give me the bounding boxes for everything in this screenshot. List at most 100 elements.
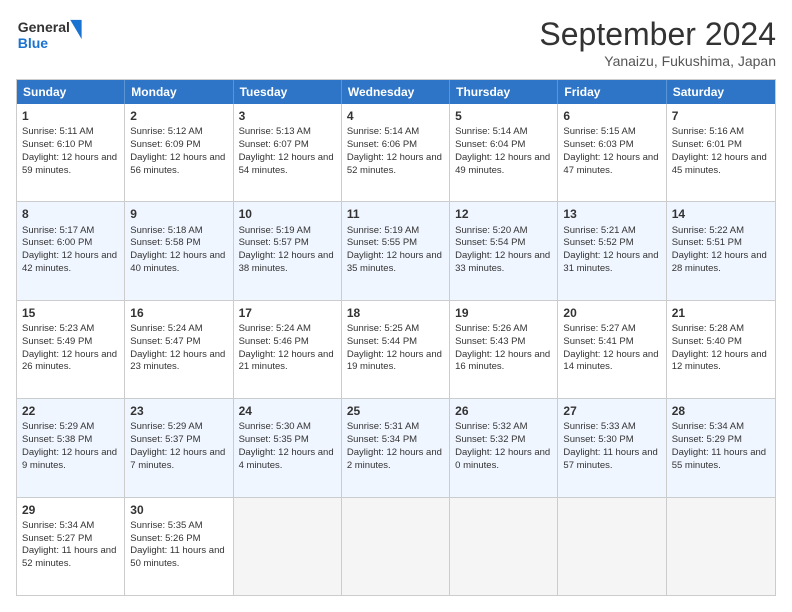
weekday-tuesday: Tuesday xyxy=(234,80,342,104)
day-number: 9 xyxy=(130,206,227,222)
sunrise-label: Sunrise: 5:24 AMSunset: 5:47 PMDaylight:… xyxy=(130,323,225,372)
day-number: 4 xyxy=(347,108,444,124)
logo-icon: GeneralBlue xyxy=(16,16,86,56)
calendar-row: 15 Sunrise: 5:23 AMSunset: 5:49 PMDayligh… xyxy=(17,300,775,398)
sunrise-label: Sunrise: 5:28 AMSunset: 5:40 PMDaylight:… xyxy=(672,323,767,372)
sunrise-label: Sunrise: 5:22 AMSunset: 5:51 PMDaylight:… xyxy=(672,225,767,274)
day-number: 11 xyxy=(347,206,444,222)
calendar-cell: 1 Sunrise: 5:11 AMSunset: 6:10 PMDaylight… xyxy=(17,104,125,201)
calendar-cell: 24 Sunrise: 5:30 AMSunset: 5:35 PMDayligh… xyxy=(234,399,342,496)
calendar-cell xyxy=(342,498,450,595)
day-number: 15 xyxy=(22,305,119,321)
sunrise-label: Sunrise: 5:17 AMSunset: 6:00 PMDaylight:… xyxy=(22,225,117,274)
sunrise-label: Sunrise: 5:21 AMSunset: 5:52 PMDaylight:… xyxy=(563,225,658,274)
calendar-cell: 13 Sunrise: 5:21 AMSunset: 5:52 PMDayligh… xyxy=(558,202,666,299)
calendar-cell: 7 Sunrise: 5:16 AMSunset: 6:01 PMDaylight… xyxy=(667,104,775,201)
day-number: 25 xyxy=(347,403,444,419)
svg-text:General: General xyxy=(18,19,70,35)
sunrise-label: Sunrise: 5:15 AMSunset: 6:03 PMDaylight:… xyxy=(563,126,658,175)
calendar-row: 1 Sunrise: 5:11 AMSunset: 6:10 PMDaylight… xyxy=(17,104,775,201)
sunrise-label: Sunrise: 5:14 AMSunset: 6:06 PMDaylight:… xyxy=(347,126,442,175)
calendar-cell: 23 Sunrise: 5:29 AMSunset: 5:37 PMDayligh… xyxy=(125,399,233,496)
day-number: 26 xyxy=(455,403,552,419)
calendar-cell: 27Sunrise: 5:33 AMSunset: 5:30 PMDayligh… xyxy=(558,399,666,496)
sunrise-label: Sunrise: 5:32 AMSunset: 5:32 PMDaylight:… xyxy=(455,421,550,470)
calendar-cell xyxy=(450,498,558,595)
day-number: 17 xyxy=(239,305,336,321)
title-area: September 2024 Yanaizu, Fukushima, Japan xyxy=(539,16,776,69)
day-number: 1 xyxy=(22,108,119,124)
calendar-header: Sunday Monday Tuesday Wednesday Thursday… xyxy=(17,80,775,104)
day-number: 8 xyxy=(22,206,119,222)
sunrise-label: Sunrise: 5:25 AMSunset: 5:44 PMDaylight:… xyxy=(347,323,442,372)
weekday-sunday: Sunday xyxy=(17,80,125,104)
logo: GeneralBlue xyxy=(16,16,86,56)
day-number: 12 xyxy=(455,206,552,222)
calendar-cell: 15 Sunrise: 5:23 AMSunset: 5:49 PMDayligh… xyxy=(17,301,125,398)
calendar-cell: 2Sunrise: 5:12 AMSunset: 6:09 PMDaylight… xyxy=(125,104,233,201)
sunrise-label: Sunrise: 5:13 AMSunset: 6:07 PMDaylight:… xyxy=(239,126,334,175)
month-title: September 2024 xyxy=(539,16,776,53)
svg-text:Blue: Blue xyxy=(18,35,49,51)
day-number: 19 xyxy=(455,305,552,321)
calendar-cell: 10Sunrise: 5:19 AMSunset: 5:57 PMDayligh… xyxy=(234,202,342,299)
sunrise-label: Sunrise: 5:18 AMSunset: 5:58 PMDaylight:… xyxy=(130,225,225,274)
sunrise-label: Sunrise: 5:29 AMSunset: 5:38 PMDaylight:… xyxy=(22,421,117,470)
calendar-row: 8 Sunrise: 5:17 AMSunset: 6:00 PMDaylight… xyxy=(17,201,775,299)
sunrise-label: Sunrise: 5:34 AMSunset: 5:29 PMDaylight:… xyxy=(672,421,766,470)
page: GeneralBlue September 2024 Yanaizu, Fuku… xyxy=(0,0,792,612)
calendar-cell: 11Sunrise: 5:19 AMSunset: 5:55 PMDayligh… xyxy=(342,202,450,299)
sunrise-label: Sunrise: 5:27 AMSunset: 5:41 PMDaylight:… xyxy=(563,323,658,372)
calendar-cell xyxy=(558,498,666,595)
day-number: 22 xyxy=(22,403,119,419)
calendar-cell: 9 Sunrise: 5:18 AMSunset: 5:58 PMDaylight… xyxy=(125,202,233,299)
day-number: 20 xyxy=(563,305,660,321)
calendar-cell: 18Sunrise: 5:25 AMSunset: 5:44 PMDayligh… xyxy=(342,301,450,398)
weekday-friday: Friday xyxy=(558,80,666,104)
calendar-cell: 8 Sunrise: 5:17 AMSunset: 6:00 PMDaylight… xyxy=(17,202,125,299)
sunrise-label: Sunrise: 5:16 AMSunset: 6:01 PMDaylight:… xyxy=(672,126,767,175)
sunrise-label: Sunrise: 5:24 AMSunset: 5:46 PMDaylight:… xyxy=(239,323,334,372)
calendar-cell: 21Sunrise: 5:28 AMSunset: 5:40 PMDayligh… xyxy=(667,301,775,398)
calendar-cell: 17 Sunrise: 5:24 AMSunset: 5:46 PMDayligh… xyxy=(234,301,342,398)
calendar-row: 29 Sunrise: 5:34 AMSunset: 5:27 PMDayligh… xyxy=(17,497,775,595)
day-number: 6 xyxy=(563,108,660,124)
calendar-cell: 26 Sunrise: 5:32 AMSunset: 5:32 PMDayligh… xyxy=(450,399,558,496)
sunrise-label: Sunrise: 5:29 AMSunset: 5:37 PMDaylight:… xyxy=(130,421,225,470)
calendar-cell: 22 Sunrise: 5:29 AMSunset: 5:38 PMDayligh… xyxy=(17,399,125,496)
calendar-cell xyxy=(667,498,775,595)
sunrise-label: Sunrise: 5:30 AMSunset: 5:35 PMDaylight:… xyxy=(239,421,334,470)
calendar-cell xyxy=(234,498,342,595)
calendar-cell: 25 Sunrise: 5:31 AMSunset: 5:34 PMDayligh… xyxy=(342,399,450,496)
calendar-cell: 5Sunrise: 5:14 AMSunset: 6:04 PMDaylight… xyxy=(450,104,558,201)
day-number: 24 xyxy=(239,403,336,419)
location: Yanaizu, Fukushima, Japan xyxy=(539,53,776,69)
day-number: 3 xyxy=(239,108,336,124)
calendar-cell: 4 Sunrise: 5:14 AMSunset: 6:06 PMDaylight… xyxy=(342,104,450,201)
day-number: 10 xyxy=(239,206,336,222)
sunrise-label: Sunrise: 5:31 AMSunset: 5:34 PMDaylight:… xyxy=(347,421,442,470)
weekday-wednesday: Wednesday xyxy=(342,80,450,104)
sunrise-label: Sunrise: 5:23 AMSunset: 5:49 PMDaylight:… xyxy=(22,323,117,372)
calendar-cell: 28 Sunrise: 5:34 AMSunset: 5:29 PMDayligh… xyxy=(667,399,775,496)
day-number: 23 xyxy=(130,403,227,419)
day-number: 29 xyxy=(22,502,119,518)
weekday-saturday: Saturday xyxy=(667,80,775,104)
sunrise-label: Sunrise: 5:33 AMSunset: 5:30 PMDaylight:… xyxy=(563,421,657,470)
calendar-cell: 3 Sunrise: 5:13 AMSunset: 6:07 PMDaylight… xyxy=(234,104,342,201)
day-number: 7 xyxy=(672,108,770,124)
calendar-cell: 29 Sunrise: 5:34 AMSunset: 5:27 PMDayligh… xyxy=(17,498,125,595)
day-number: 13 xyxy=(563,206,660,222)
day-number: 28 xyxy=(672,403,770,419)
sunrise-label: Sunrise: 5:12 AMSunset: 6:09 PMDaylight:… xyxy=(130,126,225,175)
sunrise-label: Sunrise: 5:34 AMSunset: 5:27 PMDaylight:… xyxy=(22,520,116,569)
sunrise-label: Sunrise: 5:14 AMSunset: 6:04 PMDaylight:… xyxy=(455,126,550,175)
day-number: 16 xyxy=(130,305,227,321)
calendar-cell: 30Sunrise: 5:35 AMSunset: 5:26 PMDayligh… xyxy=(125,498,233,595)
weekday-monday: Monday xyxy=(125,80,233,104)
calendar: Sunday Monday Tuesday Wednesday Thursday… xyxy=(16,79,776,596)
calendar-cell: 20 Sunrise: 5:27 AMSunset: 5:41 PMDayligh… xyxy=(558,301,666,398)
sunrise-label: Sunrise: 5:11 AMSunset: 6:10 PMDaylight:… xyxy=(22,126,117,175)
calendar-body: 1 Sunrise: 5:11 AMSunset: 6:10 PMDaylight… xyxy=(17,104,775,595)
calendar-cell: 16 Sunrise: 5:24 AMSunset: 5:47 PMDayligh… xyxy=(125,301,233,398)
